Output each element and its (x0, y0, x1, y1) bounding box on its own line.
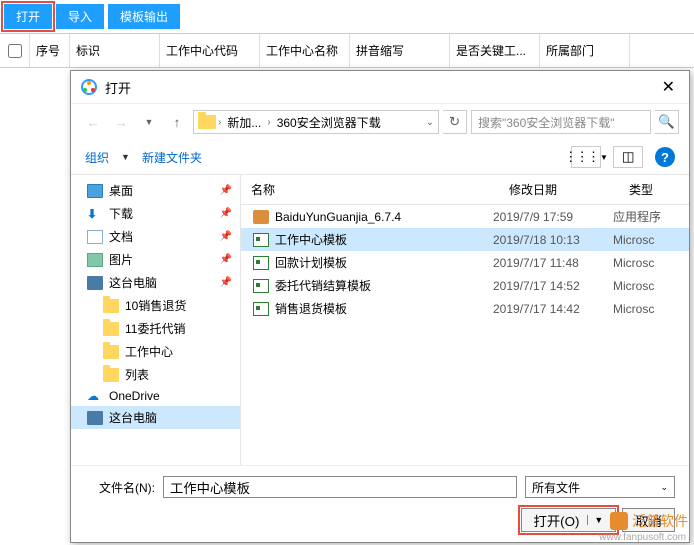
file-row[interactable]: 销售退货模板2019/7/17 14:42Microsc (241, 297, 689, 320)
col-dept[interactable]: 所属部门 (540, 34, 630, 67)
brand-name: 泛普软件 (632, 511, 688, 531)
new-folder-button[interactable]: 新建文件夹 (142, 149, 202, 166)
nav-forward-icon[interactable]: → (109, 110, 133, 134)
chevron-down-icon: ▼ (121, 152, 130, 162)
brand-url: www.fanpusoft.com (599, 532, 686, 543)
path-segment[interactable]: 360安全浏览器下载 (273, 114, 385, 131)
select-all-checkbox[interactable] (8, 44, 22, 58)
filename-label: 文件名(N): (85, 479, 155, 496)
tree-item[interactable]: 工作中心 (71, 340, 240, 363)
col-pinyin[interactable]: 拼音缩写 (350, 34, 450, 67)
chevron-down-icon[interactable]: ⌄ (426, 117, 434, 128)
path-segment[interactable]: 新加... (223, 114, 265, 131)
chevron-down-icon: ⌄ (660, 482, 668, 493)
tree-item[interactable]: ⬇下载📌 (71, 202, 240, 225)
col-seq[interactable]: 序号 (30, 34, 70, 67)
dialog-title: 打开 (105, 78, 658, 97)
table-header: 序号 标识 工作中心代码 工作中心名称 拼音缩写 是否关键工... 所属部门 (0, 33, 694, 68)
file-filter-select[interactable]: 所有文件 ⌄ (525, 476, 675, 498)
open-confirm-button[interactable]: 打开(O) ▼ (521, 508, 617, 532)
nav-back-icon[interactable]: ← (81, 110, 105, 134)
open-button-label: 打开(O) (534, 511, 580, 530)
file-row[interactable]: BaiduYunGuanjia_6.7.42019/7/9 17:59应用程序 (241, 205, 689, 228)
chevron-down-icon: ▼ (587, 515, 603, 525)
tree-item[interactable]: 图片📌 (71, 248, 240, 271)
col-type[interactable]: 类型 (619, 175, 689, 204)
search-input[interactable]: 搜索"360安全浏览器下载" (471, 110, 651, 134)
col-name[interactable]: 名称 (241, 175, 499, 204)
col-marker[interactable]: 标识 (70, 34, 160, 67)
nav-recent-icon[interactable]: ▼ (137, 110, 161, 134)
nav-up-icon[interactable]: ↑ (165, 110, 189, 134)
pin-icon: 📌 (220, 231, 232, 242)
file-list[interactable]: BaiduYunGuanjia_6.7.42019/7/9 17:59应用程序工… (241, 205, 689, 465)
open-button[interactable]: 打开 (4, 4, 52, 29)
tree-item[interactable]: 列表 (71, 363, 240, 386)
col-center-name[interactable]: 工作中心名称 (260, 34, 350, 67)
filename-input[interactable] (163, 476, 517, 498)
view-mode-button[interactable]: ⋮⋮⋮▼ (571, 146, 601, 168)
col-is-key[interactable]: 是否关键工... (450, 34, 540, 67)
refresh-icon[interactable]: ↻ (443, 110, 467, 134)
pin-icon: 📌 (220, 208, 232, 219)
folder-tree[interactable]: 桌面📌⬇下载📌文档📌图片📌这台电脑📌10销售退货11委托代销工作中心列表☁One… (71, 175, 241, 465)
file-row[interactable]: 委托代销结算模板2019/7/17 14:52Microsc (241, 274, 689, 297)
folder-icon (198, 115, 216, 129)
organize-menu[interactable]: 组织 (85, 149, 109, 166)
search-icon[interactable]: 🔍 (655, 110, 679, 134)
close-icon[interactable]: ✕ (658, 77, 679, 97)
template-output-button[interactable]: 模板输出 (108, 4, 180, 29)
tree-item[interactable]: 这台电脑📌 (71, 271, 240, 294)
brand-logo-icon (610, 512, 628, 530)
app-icon (81, 79, 97, 95)
tree-item[interactable]: 10销售退货 (71, 294, 240, 317)
file-row[interactable]: 回款计划模板2019/7/17 11:48Microsc (241, 251, 689, 274)
col-date[interactable]: 修改日期 (499, 175, 619, 204)
preview-pane-button[interactable]: ◫ (613, 146, 643, 168)
chevron-right-icon: › (267, 117, 270, 128)
tree-item[interactable]: ☁OneDrive (71, 386, 240, 406)
import-button[interactable]: 导入 (56, 4, 104, 29)
file-filter-value: 所有文件 (532, 479, 580, 496)
breadcrumb[interactable]: › 新加... › 360安全浏览器下载 ⌄ (193, 110, 439, 134)
chevron-right-icon: › (218, 117, 221, 128)
tree-item[interactable]: 这台电脑 (71, 406, 240, 429)
open-dialog: 打开 ✕ ← → ▼ ↑ › 新加... › 360安全浏览器下载 ⌄ ↻ 搜索… (70, 70, 690, 543)
help-icon[interactable]: ? (655, 147, 675, 167)
col-center-code[interactable]: 工作中心代码 (160, 34, 260, 67)
pin-icon: 📌 (220, 254, 232, 265)
tree-item[interactable]: 文档📌 (71, 225, 240, 248)
pin-icon: 📌 (220, 185, 232, 196)
watermark: 泛普软件 (610, 511, 688, 531)
tree-item[interactable]: 桌面📌 (71, 179, 240, 202)
tree-item[interactable]: 11委托代销 (71, 317, 240, 340)
pin-icon: 📌 (220, 277, 232, 288)
file-row[interactable]: 工作中心模板2019/7/18 10:13Microsc (241, 228, 689, 251)
